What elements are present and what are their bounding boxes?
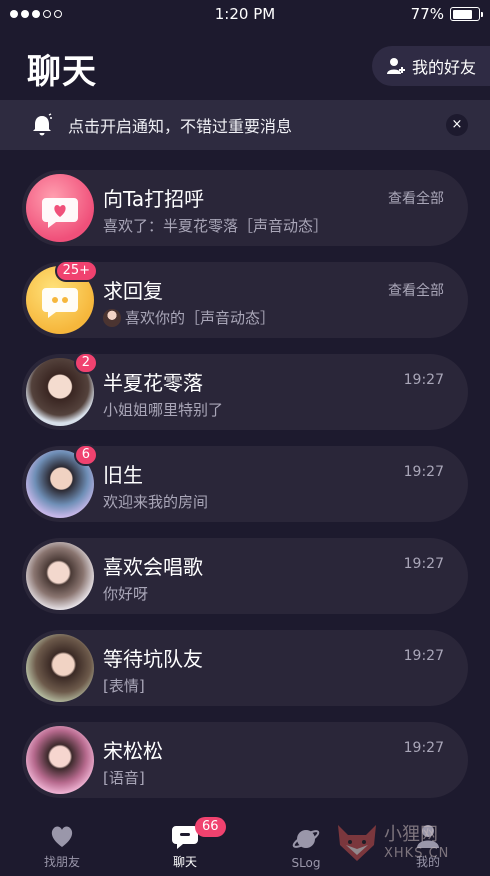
avatar [26,634,94,702]
chat-name: 宋松松 [103,739,163,763]
battery-status: 77% [410,5,483,23]
chat-item-banxia[interactable]: 2 半夏花零落 小姐姐哪里特别了 19:27 [22,352,468,430]
chat-name: 喜欢会唱歌 [103,555,203,579]
chat-item-singing[interactable]: 喜欢会唱歌 你好呀 19:27 [22,538,468,614]
close-notice-button[interactable]: × [446,114,468,136]
chat-name: 等待坑队友 [103,647,203,671]
status-bar: 1:20 PM 77% [0,0,490,28]
chat-name: 旧生 [103,463,143,487]
battery-icon [450,7,483,21]
chat-preview: [语音] [103,769,145,787]
notification-text: 点击开启通知，不错过重要消息 [68,117,293,136]
avatar [103,308,121,327]
chat-item-teammate[interactable]: 等待坑队友 [表情] 19:27 [22,630,468,706]
timestamp: 19:27 [403,648,444,664]
heart-icon [51,826,73,847]
bell-icon [33,113,52,136]
fox-logo-icon [338,825,376,861]
chat-item-reply-requests[interactable]: 25+ 求回复 喜欢你的［声音动态］ 查看全部 [22,260,468,338]
view-all-link[interactable]: 查看全部 [388,280,444,300]
chat-item-jiusheng[interactable]: 6 旧生 欢迎来我的房间 19:27 [22,444,468,522]
chat-preview: 你好呀 [103,585,149,603]
chat-item-greetings[interactable]: 向Ta打招呼 喜欢了：半夏花零落［声音动态］ 查看全部 [22,170,468,246]
unread-badge: 25+ [54,260,98,282]
chat-preview: [表情] [103,677,145,695]
timestamp: 19:27 [403,556,444,572]
chat-preview: 喜欢了：半夏花零落［声音动态］ [103,217,329,235]
timestamp: 19:27 [403,740,444,756]
add-friend-icon [387,58,405,74]
tab-chat[interactable]: 聊天 66 [145,817,226,870]
timestamp: 19:27 [403,372,444,388]
notification-banner[interactable]: 点击开启通知，不错过重要消息 × [0,100,490,150]
my-friends-button[interactable]: 我的好友 [372,46,490,86]
signal-icon [10,10,62,18]
chat-name: 半夏花零落 [103,371,203,395]
my-friends-label: 我的好友 [412,58,477,77]
unread-badge: 6 [73,444,98,466]
page-title: 聊天 [27,52,97,92]
chat-name: 求回复 [103,279,163,303]
tab-bar: 找朋友 聊天 66 SLog 我的 小狸网 XHKS.CN [0,814,490,876]
avatar [26,726,94,794]
watermark: 小狸网 XHKS.CN [334,814,484,870]
avatar [26,542,94,610]
chat-name: 向Ta打招呼 [103,187,205,211]
chat-item-songsong[interactable]: 宋松松 [语音] 19:27 [22,722,468,798]
chat-preview: 喜欢你的［声音动态］ [103,307,275,328]
chat-preview: 小姐姐哪里特别了 [103,401,224,419]
chat-preview: 欢迎来我的房间 [103,493,209,511]
unread-badge: 66 [195,817,226,837]
tab-find-friends[interactable]: 找朋友 [22,821,102,870]
view-all-link[interactable]: 查看全部 [388,188,444,208]
unread-badge: 2 [73,352,98,374]
header: 聊天 我的好友 [0,36,490,96]
heart-bubble-icon [26,174,94,242]
timestamp: 19:27 [403,464,444,480]
planet-icon [292,830,320,848]
battery-percent: 77% [410,5,444,23]
